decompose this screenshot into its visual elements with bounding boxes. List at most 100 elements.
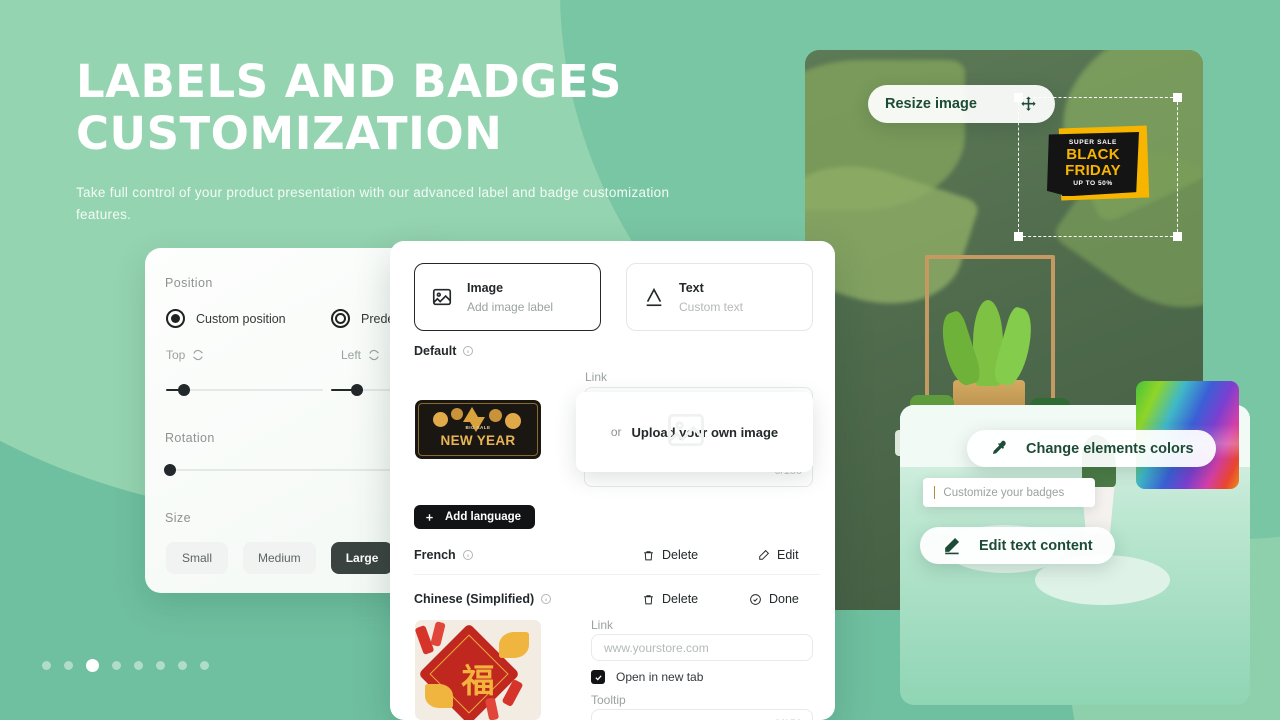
carousel-dot[interactable]: [156, 661, 165, 670]
badge-line-2a: BLACK: [1066, 146, 1120, 163]
text-icon: [646, 287, 662, 307]
resize-handle-bottom-right[interactable]: [1173, 232, 1182, 241]
upload-image-popover[interactable]: or Upload your own image: [576, 392, 813, 472]
resize-handle-top-right[interactable]: [1173, 93, 1182, 102]
chinese-tooltip-label: Tooltip: [591, 693, 626, 707]
size-section-label: Size: [165, 511, 191, 525]
chinese-label-thumbnail[interactable]: 福: [415, 620, 541, 720]
top-slider-header: Top: [166, 348, 204, 362]
resize-handle-bottom-left[interactable]: [1014, 232, 1023, 241]
size-options: Small Medium Large: [166, 542, 394, 574]
chinese-link-placeholder: www.yourstore.com: [604, 640, 709, 655]
label-type-card-image[interactable]: Image Add image label: [414, 263, 601, 331]
add-language-label: Add language: [445, 511, 522, 523]
language-name-chinese: Chinese (Simplified): [414, 592, 535, 606]
label-type-title-image: Image: [467, 280, 504, 295]
image-placeholder-icon: [668, 413, 704, 447]
size-button-small[interactable]: Small: [166, 542, 228, 574]
plus-icon: [426, 513, 433, 521]
default-language-row: Default: [414, 344, 474, 358]
resize-image-pill[interactable]: Resize image: [868, 85, 1055, 123]
pencil-icon: [945, 537, 960, 555]
radio-custom-position[interactable]: Custom position: [166, 309, 286, 328]
image-icon: [432, 288, 452, 306]
language-name-french: French: [414, 548, 456, 562]
label-type-card-text[interactable]: Text Custom text: [626, 263, 813, 331]
add-language-button[interactable]: Add language: [414, 505, 536, 529]
badge-input-placeholder: Customize your badges: [943, 486, 1065, 499]
upload-or-text: or: [610, 425, 622, 439]
carousel-dots[interactable]: [42, 659, 209, 672]
done-button-chinese[interactable]: Done: [749, 592, 799, 606]
reset-icon[interactable]: [368, 349, 380, 361]
move-icon: [1021, 96, 1036, 111]
info-icon[interactable]: [540, 593, 552, 605]
label-type-title-text: Text: [679, 280, 704, 295]
radio-icon-unselected: [331, 309, 350, 328]
badge-line-1: SUPER SALE: [1068, 139, 1118, 146]
row-divider: [414, 574, 820, 575]
delete-button-french[interactable]: Delete: [642, 548, 698, 562]
label-type-subtitle-image: Add image label: [467, 299, 554, 314]
top-position-slider[interactable]: [166, 384, 323, 396]
label-type-cards: Image Add image label Text Custom text: [414, 263, 813, 331]
edit-text-label: Edit text content: [979, 537, 1093, 554]
info-icon[interactable]: [462, 345, 474, 357]
page-title: LABELS AND BADGES CUSTOMIZATION: [76, 56, 776, 160]
reset-icon[interactable]: [192, 349, 204, 361]
page-title-line-2: CUSTOMIZATION: [76, 107, 503, 160]
chinese-link-label: Link: [591, 618, 614, 632]
chinese-tooltip-input[interactable]: 0/150: [591, 709, 813, 720]
change-colors-pill[interactable]: Change elements colors: [967, 430, 1216, 467]
left-label: Left: [341, 348, 362, 362]
top-label: Top: [166, 348, 186, 362]
position-section-label: Position: [165, 276, 213, 290]
slider-knob[interactable]: [351, 384, 363, 396]
size-button-large[interactable]: Large: [330, 542, 394, 574]
open-new-tab-label: Open in new tab: [616, 670, 704, 684]
trash-icon: [644, 594, 653, 604]
black-friday-badge[interactable]: SUPER SALE BLACK FRIDAY UP TO 50%: [1047, 125, 1152, 203]
hero-section: LABELS AND BADGES CUSTOMIZATION Take ful…: [76, 56, 776, 226]
edit-button-french[interactable]: Edit: [757, 548, 799, 562]
page-subtitle: Take full control of your product presen…: [76, 185, 670, 222]
carousel-dot[interactable]: [64, 661, 73, 670]
check-circle-icon: [750, 593, 761, 605]
default-link-label: Link: [585, 370, 608, 384]
label-type-subtitle-text: Custom text: [679, 299, 744, 314]
info-icon[interactable]: [462, 549, 474, 561]
edit-label-french: Edit: [777, 548, 799, 562]
edit-text-pill[interactable]: Edit text content: [920, 527, 1115, 564]
change-colors-label: Change elements colors: [1026, 440, 1194, 457]
carousel-dot[interactable]: [134, 661, 143, 670]
pencil-icon: [759, 549, 770, 560]
badge-line-2b: FRIDAY: [1065, 162, 1121, 179]
delete-label-chinese: Delete: [662, 592, 699, 606]
trash-icon: [644, 550, 653, 560]
slider-knob[interactable]: [178, 384, 190, 396]
page-title-line-1: LABELS AND BADGES: [76, 55, 622, 108]
resize-image-label: Resize image: [885, 96, 977, 112]
size-button-medium[interactable]: Medium: [243, 542, 316, 574]
slider-knob[interactable]: [164, 464, 176, 476]
rotation-section-label: Rotation: [165, 431, 215, 445]
delete-button-chinese[interactable]: Delete: [642, 592, 698, 606]
carousel-dot[interactable]: [200, 661, 209, 670]
done-label-chinese: Done: [769, 592, 799, 606]
carousel-dot[interactable]: [42, 661, 51, 670]
carousel-dot[interactable]: [112, 661, 121, 670]
default-label: Default: [414, 344, 457, 358]
language-row-french: French: [414, 548, 474, 562]
default-label-thumbnail[interactable]: BIG SALE NEW YEAR: [415, 400, 541, 459]
badge-text-input[interactable]: Customize your badges: [923, 478, 1095, 507]
carousel-dot[interactable]: [178, 661, 187, 670]
checkbox-open-new-tab[interactable]: [591, 670, 605, 684]
badge-black-shape: SUPER SALE BLACK FRIDAY UP TO 50%: [1047, 132, 1139, 196]
chinese-link-input[interactable]: www.yourstore.com: [591, 634, 813, 661]
badge-line-3: UP TO 50%: [1073, 180, 1113, 187]
open-new-tab-row[interactable]: Open in new tab: [591, 670, 703, 684]
check-icon: [594, 674, 602, 681]
carousel-dot-active[interactable]: [86, 659, 99, 672]
delete-label-french: Delete: [662, 548, 699, 562]
radio-label-custom: Custom position: [196, 311, 286, 326]
